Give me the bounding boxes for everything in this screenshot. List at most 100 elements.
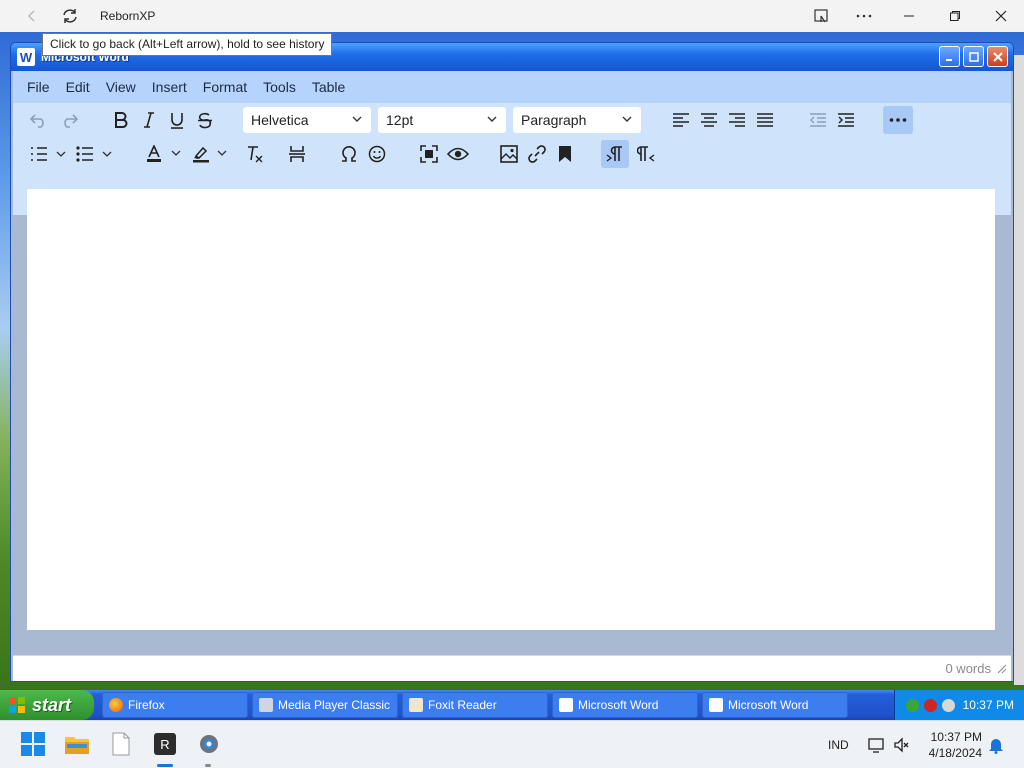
preview-button[interactable] [445, 140, 471, 168]
italic-icon [144, 112, 154, 128]
font-size-value: 12pt [386, 112, 414, 128]
menu-insert[interactable]: Insert [152, 79, 187, 95]
clear-formatting-button[interactable] [243, 140, 267, 168]
rtl-direction-button[interactable] [633, 140, 659, 168]
highlight-icon [193, 146, 227, 163]
cast-button[interactable] [798, 0, 844, 32]
back-button[interactable] [16, 0, 48, 32]
strikethrough-button[interactable] [193, 106, 217, 134]
indent-button[interactable] [834, 106, 858, 134]
undo-button[interactable] [27, 106, 51, 134]
font-family-select[interactable]: Helvetica [243, 107, 371, 133]
menu-tools[interactable]: Tools [263, 79, 296, 95]
align-center-icon [701, 113, 717, 127]
indent-icon [838, 113, 854, 127]
text-color-icon [147, 145, 181, 162]
align-left-icon [673, 113, 689, 127]
word-count[interactable]: 0 words [945, 661, 991, 676]
close-button[interactable] [978, 0, 1024, 32]
running-app-indicator [205, 764, 211, 767]
redo-button[interactable] [57, 106, 81, 134]
align-justify-button[interactable] [753, 106, 777, 134]
taskbar-task-word-2[interactable]: Microsoft Word [702, 692, 848, 718]
emoticons-button[interactable] [365, 140, 389, 168]
toolbar-row-1: Helvetica 12pt Paragraph [13, 103, 1011, 137]
host-app-title: RebornXP [100, 9, 156, 23]
ltr-direction-button[interactable] [601, 140, 629, 168]
bold-button[interactable] [109, 106, 133, 134]
more-toolbar-button[interactable] [883, 106, 913, 134]
tray-volume-icon[interactable] [941, 698, 955, 712]
insert-image-button[interactable] [497, 140, 521, 168]
notification-bell-icon[interactable] [988, 736, 1004, 754]
bookmark-icon [559, 146, 571, 162]
settings-gear-icon[interactable] [196, 731, 222, 757]
minimize-button[interactable] [886, 0, 932, 32]
image-icon [500, 145, 518, 163]
menubar: File Edit View Insert Format Tools Table [13, 71, 1011, 103]
undo-icon [29, 114, 44, 128]
word-minimize-button[interactable] [939, 46, 960, 67]
align-right-button[interactable] [725, 106, 749, 134]
numbered-list-icon [31, 147, 66, 161]
display-icon[interactable] [868, 736, 886, 754]
menu-table[interactable]: Table [312, 79, 345, 95]
bookmark-button[interactable] [553, 140, 577, 168]
menu-file[interactable]: File [27, 79, 50, 95]
taskbar-task-firefox[interactable]: Firefox [102, 692, 248, 718]
italic-button[interactable] [137, 106, 161, 134]
clock-date: 4/18/2024 [928, 746, 982, 760]
word-close-button[interactable] [987, 46, 1008, 67]
numbered-list-button[interactable] [29, 140, 69, 168]
bullet-list-button[interactable] [75, 140, 115, 168]
refresh-button[interactable] [54, 0, 86, 32]
editor-statusbar: 0 words [13, 655, 1011, 681]
highlight-color-button[interactable] [191, 140, 231, 168]
back-arrow-icon [28, 10, 35, 22]
align-left-button[interactable] [669, 106, 693, 134]
redo-icon [64, 114, 79, 128]
word-app-icon: W [17, 48, 35, 66]
desktop-scrollbar[interactable] [1014, 55, 1024, 685]
word-maximize-button[interactable] [963, 46, 984, 67]
menu-view[interactable]: View [106, 79, 136, 95]
system-clock[interactable]: 10:37 PM 4/18/2024 [920, 729, 982, 761]
outdent-button[interactable] [806, 106, 830, 134]
menu-edit[interactable]: Edit [66, 79, 90, 95]
windows-taskbar: R IND 10:37 PM 4/18/2024 [0, 720, 1024, 768]
xp-tray-clock[interactable]: 10:37 PM [963, 698, 1014, 712]
font-size-select[interactable]: 12pt [378, 107, 506, 133]
omega-icon [342, 146, 356, 162]
text-color-button[interactable] [145, 140, 185, 168]
windows-start-icon[interactable] [20, 731, 46, 757]
taskbar-task-foxit-reader[interactable]: Foxit Reader [402, 692, 548, 718]
xp-system-tray: 10:37 PM [894, 690, 1024, 720]
insert-link-button[interactable] [525, 140, 549, 168]
taskbar-task-media-player[interactable]: Media Player Classic [252, 692, 398, 718]
volume-muted-icon[interactable] [893, 736, 911, 754]
rebornxp-app-icon[interactable]: R [152, 731, 178, 757]
language-indicator[interactable]: IND [828, 738, 849, 752]
editor-content-area[interactable] [27, 189, 995, 630]
file-explorer-icon[interactable] [64, 731, 90, 757]
more-horizontal-icon [889, 118, 907, 122]
underline-button[interactable] [165, 106, 189, 134]
menu-format[interactable]: Format [203, 79, 247, 95]
align-center-button[interactable] [697, 106, 721, 134]
tray-security-icon[interactable] [923, 698, 937, 712]
restore-button[interactable] [932, 0, 978, 32]
taskbar-task-word-1[interactable]: Microsoft Word [552, 692, 698, 718]
resize-handle-icon[interactable] [997, 664, 1007, 674]
xp-start-button[interactable]: start [0, 690, 94, 720]
more-options-button[interactable] [841, 0, 887, 32]
special-character-button[interactable] [337, 140, 361, 168]
word-window: W Microsoft Word File Edit View Insert F… [10, 42, 1014, 682]
fullscreen-button[interactable] [417, 140, 441, 168]
word-icon [559, 698, 573, 712]
more-horizontal-icon [856, 14, 872, 18]
tray-network-icon[interactable] [905, 698, 919, 712]
notepad-file-icon[interactable] [108, 731, 134, 757]
block-format-select[interactable]: Paragraph [513, 107, 641, 133]
cast-icon [814, 9, 828, 23]
page-break-button[interactable] [285, 140, 309, 168]
